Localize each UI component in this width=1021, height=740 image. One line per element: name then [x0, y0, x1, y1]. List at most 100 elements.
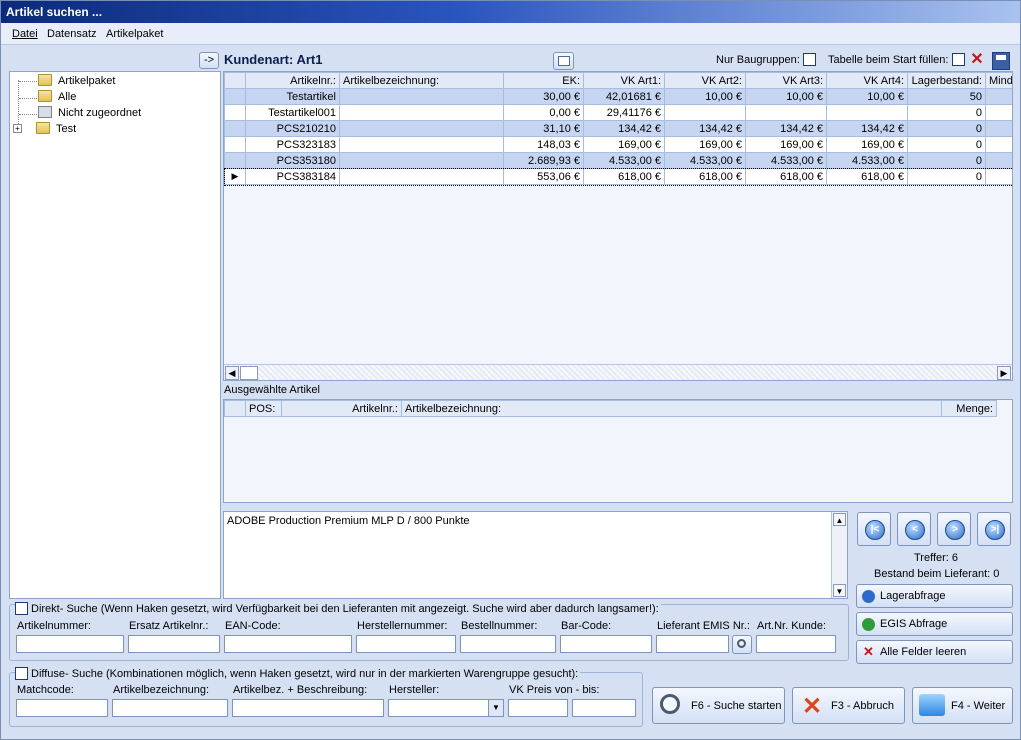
direct-search-checkbox[interactable]	[15, 602, 28, 615]
article-grid: Artikelnr.: Artikelbezeichnung: EK: VK A…	[223, 71, 1013, 381]
tree-item-nicht-zugeordnet[interactable]: Nicht zugeordnet	[38, 106, 141, 122]
artikelbezeichnung-field[interactable]	[112, 699, 228, 717]
customer-type-title: Kundenart: Art1	[224, 52, 323, 67]
artikelbezeichnung-label: Artikelbezeichnung:	[113, 684, 210, 696]
nur-baugruppen-checkbox[interactable]	[802, 53, 816, 66]
egis-abfrage-button[interactable]: EGIS Abfrage	[856, 612, 1013, 636]
direct-search-header: Direkt- Suche (Wenn Haken gesetzt, wird …	[15, 602, 661, 615]
clear-fields-button[interactable]: ✕ Alle Felder leeren	[856, 640, 1013, 664]
all-icon	[38, 90, 52, 102]
menu-datei[interactable]: Datei	[12, 28, 38, 40]
hersteller-label: Hersteller:	[389, 684, 440, 696]
horizontal-scrollbar[interactable]: ◀ ▶	[224, 364, 1012, 380]
bestellnummer-field[interactable]	[460, 635, 556, 653]
package-icon	[38, 74, 52, 86]
globe-icon	[862, 618, 875, 631]
col-vk-art1[interactable]: VK Art1:	[583, 72, 665, 89]
nav-prev-button[interactable]: <	[897, 512, 931, 546]
tree-item-alle[interactable]: Alle	[38, 90, 76, 106]
collapse-panel-button[interactable]: ->	[199, 52, 219, 69]
menu-datensatz[interactable]: Datensatz	[47, 28, 97, 40]
menu-artikelpaket[interactable]: Artikelpaket	[106, 28, 163, 40]
vk-preis-von-field[interactable]	[508, 699, 568, 717]
delete-layout-icon[interactable]: ✕	[968, 52, 986, 70]
nav-first-button[interactable]: |<	[857, 512, 891, 546]
art-nr-kunde-field[interactable]	[756, 635, 836, 653]
stock-query-icon	[862, 590, 875, 603]
bar-code-label: Bar-Code:	[561, 620, 612, 632]
ean-code-label: EAN-Code:	[225, 620, 281, 632]
forward-arrow-icon	[919, 694, 945, 716]
table-options-button[interactable]	[553, 52, 574, 70]
hersteller-dropdown[interactable]: ▼	[388, 699, 504, 717]
folder-icon	[36, 122, 50, 134]
search-start-button[interactable]: F6 - Suche starten	[652, 687, 785, 724]
artikelnummer-label: Artikelnummer:	[17, 620, 91, 632]
col-sel-artikelbezeichnung[interactable]: Artikelbezeichnung:	[401, 400, 942, 417]
table-row[interactable]: Testartikel001 0,00 €29,41176 € 0	[224, 104, 1012, 121]
grid-header: Artikelnr.: Artikelbezeichnung: EK: VK A…	[224, 72, 1012, 89]
bar-code-field[interactable]	[560, 635, 652, 653]
next-record-icon: >	[945, 520, 965, 540]
lagerabfrage-button[interactable]: Lagerabfrage	[856, 584, 1013, 608]
col-artikelbezeichnung[interactable]: Artikelbezeichnung:	[339, 72, 504, 89]
col-vk-art2[interactable]: VK Art2:	[664, 72, 746, 89]
col-menge[interactable]: Menge:	[941, 400, 997, 417]
scroll-right-icon[interactable]: ▶	[997, 366, 1011, 380]
tabelle-fuellen-checkbox[interactable]	[951, 53, 965, 66]
nav-next-button[interactable]: >	[937, 512, 971, 546]
artikelnummer-field[interactable]	[16, 635, 124, 653]
chevron-down-icon[interactable]: ▼	[488, 700, 503, 716]
col-mind[interactable]: Mind	[985, 72, 1012, 89]
artikelbez-beschreibung-field[interactable]	[232, 699, 384, 717]
vertical-scrollbar[interactable]: ▲ ▼	[831, 512, 847, 598]
nav-last-button[interactable]: >|	[977, 512, 1011, 546]
next-button[interactable]: F4 - Weiter	[912, 687, 1013, 724]
article-table: Artikelnr.: Artikelbezeichnung: EK: VK A…	[224, 72, 1012, 186]
selected-table: POS: Artikelnr.: Artikelbezeichnung: Men…	[224, 400, 997, 417]
title-bar: Artikel suchen ...	[1, 1, 1020, 23]
tabelle-fuellen-label: Tabelle beim Start füllen:	[828, 53, 965, 66]
herstellernummer-field[interactable]	[356, 635, 456, 653]
cancel-button[interactable]: ✕ F3 - Abbruch	[792, 687, 905, 724]
table-row[interactable]: PCS210210 31,10 €134,42 € 134,42 €134,42…	[224, 120, 1012, 137]
table-row-current[interactable]: ▶ PCS383184 553,06 €618,00 € 618,00 €618…	[224, 167, 1012, 186]
scroll-thumb[interactable]	[240, 366, 258, 380]
table-row[interactable]: PCS353180 2.689,93 €4.533,00 € 4.533,00 …	[224, 152, 1012, 169]
article-search-window: Artikel suchen ... Datei Datensatz Artik…	[0, 0, 1021, 740]
tree-item-artikelpaket[interactable]: Artikelpaket	[38, 74, 115, 90]
save-icon[interactable]	[992, 52, 1010, 70]
ersatz-artikelnr-label: Ersatz Artikelnr.:	[129, 620, 209, 632]
description-text: ADOBE Production Premium MLP D / 800 Pun…	[227, 515, 470, 527]
col-sel-artikelnr[interactable]: Artikelnr.:	[281, 400, 402, 417]
ean-code-field[interactable]	[224, 635, 352, 653]
table-row[interactable]: PCS323183 148,03 €169,00 € 169,00 €169,0…	[224, 136, 1012, 153]
ersatz-artikelnr-field[interactable]	[128, 635, 220, 653]
col-artikelnr[interactable]: Artikelnr.:	[245, 72, 340, 89]
col-pos[interactable]: POS:	[245, 400, 282, 417]
col-ek[interactable]: EK:	[503, 72, 584, 89]
col-vk-art3[interactable]: VK Art3:	[745, 72, 827, 89]
menu-bar: Datei Datensatz Artikelpaket	[1, 23, 1020, 45]
expand-icon[interactable]: +	[13, 124, 22, 133]
scroll-up-icon[interactable]: ▲	[833, 513, 846, 526]
current-row-marker: ▶	[224, 168, 246, 185]
description-box[interactable]: ADOBE Production Premium MLP D / 800 Pun…	[223, 511, 848, 599]
artikelbez-beschreibung-label: Artikelbez. + Beschreibung:	[233, 684, 368, 696]
herstellernummer-label: Herstellernummer:	[357, 620, 448, 632]
category-tree: Artikelpaket Alle Nicht zugeordnet + Test	[9, 71, 221, 599]
diffuse-search-checkbox[interactable]	[15, 667, 28, 680]
lieferant-emis-field[interactable]	[656, 635, 729, 653]
table-icon	[558, 56, 570, 66]
table-row[interactable]: Testartikel 30,00 €42,01681 € 10,00 €10,…	[224, 88, 1012, 105]
tree-item-test[interactable]: + Test	[13, 122, 76, 138]
scroll-down-icon[interactable]: ▼	[833, 584, 846, 597]
scroll-left-icon[interactable]: ◀	[225, 366, 239, 380]
lieferant-lookup-button[interactable]	[732, 635, 752, 654]
last-record-icon: >|	[985, 520, 1005, 540]
col-vk-art4[interactable]: VK Art4:	[826, 72, 908, 89]
col-lagerbestand[interactable]: Lagerbestand:	[907, 72, 986, 89]
vk-preis-bis-field[interactable]	[572, 699, 636, 717]
matchcode-field[interactable]	[16, 699, 108, 717]
supplier-stock: Bestand beim Lieferant: 0	[874, 568, 1000, 580]
